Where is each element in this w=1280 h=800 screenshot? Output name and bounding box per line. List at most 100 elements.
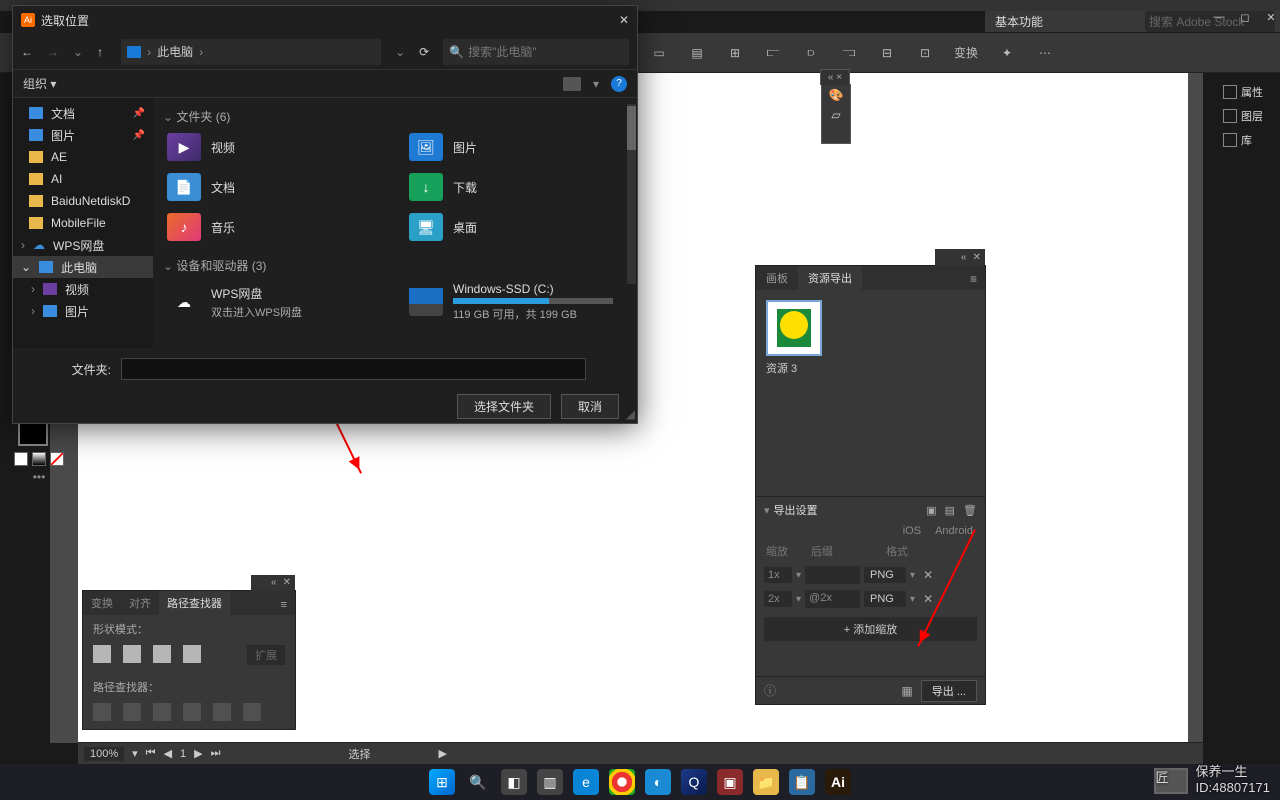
chevron-down-icon[interactable]: ▾: [910, 594, 915, 605]
path-dropdown-icon[interactable]: ⌄: [395, 45, 405, 59]
first-artboard-icon[interactable]: ⏮: [146, 747, 156, 760]
illustrator-taskbar-icon[interactable]: Ai: [825, 769, 851, 795]
list-setting-icon[interactable]: ▤: [945, 504, 955, 517]
cancel-button[interactable]: 取消: [561, 394, 619, 419]
address-bar[interactable]: › 此电脑 ›: [121, 39, 381, 65]
fill-none[interactable]: [50, 452, 64, 466]
sb-baidu[interactable]: BaiduNetdiskD: [13, 190, 153, 212]
trash-icon[interactable]: 🗑: [963, 504, 977, 517]
taskbar-app-icon[interactable]: ▣: [717, 769, 743, 795]
merge-icon[interactable]: [153, 703, 171, 721]
nav-up-icon[interactable]: ↑: [97, 45, 103, 59]
sb-wps[interactable]: ›☁WPS网盘: [13, 234, 153, 256]
grid-setting-icon[interactable]: ▣: [926, 504, 936, 517]
distrib4-icon[interactable]: ⊡: [916, 44, 934, 62]
window-close-icon[interactable]: ✕: [1265, 11, 1277, 24]
sb-documents[interactable]: 文档📌: [13, 102, 153, 124]
folder-music[interactable]: ♪音乐: [163, 211, 385, 243]
panel-menu-icon[interactable]: ≡: [273, 595, 295, 615]
refresh-icon[interactable]: ⟳: [419, 45, 429, 59]
nav-forward-icon[interactable]: →: [47, 45, 59, 59]
unite-icon[interactable]: [93, 645, 111, 663]
taskbar-search-icon[interactable]: 🔍: [465, 769, 491, 795]
fill-gradient[interactable]: [32, 452, 46, 466]
remove-row-icon[interactable]: ✕: [923, 568, 933, 582]
align2-icon[interactable]: ⊞: [726, 44, 744, 62]
tab-pathfinder[interactable]: 路径查找器: [159, 591, 230, 615]
distrib2-icon[interactable]: ⫎: [840, 44, 858, 62]
task-view-icon[interactable]: ◧: [501, 769, 527, 795]
minus-front-icon[interactable]: [123, 645, 141, 663]
add-scale-button[interactable]: + 添加缩放: [764, 617, 977, 641]
explorer-icon[interactable]: 📁: [753, 769, 779, 795]
select-folder-button[interactable]: 选择文件夹: [457, 394, 551, 419]
align3-icon[interactable]: ⫍: [764, 44, 782, 62]
chevron-down-icon[interactable]: ▾: [132, 747, 138, 760]
ios-preset[interactable]: iOS: [903, 525, 921, 537]
scale-select-1[interactable]: 1x: [764, 567, 792, 583]
folder-images[interactable]: 🖼图片: [405, 131, 627, 163]
folder-name-input[interactable]: [121, 358, 586, 380]
taskbar-app-icon[interactable]: ▥: [537, 769, 563, 795]
minus-back-icon[interactable]: [243, 703, 261, 721]
remove-row-icon[interactable]: ✕: [923, 592, 933, 606]
view-dropdown-icon[interactable]: ▾: [593, 77, 599, 91]
more-icon[interactable]: ⋯: [1036, 44, 1054, 62]
tab-transform[interactable]: 变换: [83, 591, 121, 615]
artboard-number[interactable]: 1: [180, 748, 186, 760]
tab-align[interactable]: 对齐: [121, 591, 159, 615]
prev-artboard-icon[interactable]: ◀: [164, 747, 172, 760]
suffix-input-2[interactable]: @2x: [805, 590, 860, 608]
crop-icon[interactable]: [183, 703, 201, 721]
sb-pic[interactable]: ›图片: [13, 300, 153, 322]
properties-panel-tab[interactable]: 属性: [1220, 80, 1270, 104]
swatch-icon[interactable]: ▱: [822, 105, 850, 125]
search-input[interactable]: 🔍 搜索"此电脑": [443, 39, 629, 65]
panel-collapse-icon[interactable]: «: [271, 575, 277, 591]
panel-menu-icon[interactable]: ≡: [962, 268, 985, 290]
fx-icon[interactable]: ✦: [998, 44, 1016, 62]
android-preset[interactable]: Android: [935, 525, 973, 537]
sb-ae[interactable]: AE: [13, 146, 153, 168]
chevron-down-icon[interactable]: ▾: [796, 594, 801, 605]
grid-view-icon[interactable]: ▦: [901, 684, 912, 698]
folder-desktop[interactable]: 🖥桌面: [405, 211, 627, 243]
panel-close-icon[interactable]: ✕: [283, 575, 291, 591]
folder-video[interactable]: ▶视频: [163, 131, 385, 163]
qq-icon[interactable]: Q: [681, 769, 707, 795]
next-artboard-icon[interactable]: ▶: [194, 747, 202, 760]
scale-select-2[interactable]: 2x: [764, 591, 792, 607]
asset-label[interactable]: 资源 3: [766, 360, 975, 376]
layers-panel-tab[interactable]: 图层: [1220, 104, 1270, 128]
outline-icon[interactable]: [213, 703, 231, 721]
chevron-down-icon[interactable]: ▾: [910, 570, 915, 581]
help-icon[interactable]: ?: [611, 76, 627, 92]
distrib-icon[interactable]: ⫐: [802, 44, 820, 62]
libraries-panel-tab[interactable]: 库: [1220, 128, 1270, 152]
intersect-icon[interactable]: [153, 645, 171, 663]
window-min-icon[interactable]: —: [1213, 11, 1225, 24]
align-icon[interactable]: ▤: [688, 44, 706, 62]
doc-icon[interactable]: ▭: [650, 44, 668, 62]
drive-wps[interactable]: ☁ WPS网盘 双击进入WPS网盘: [163, 280, 385, 324]
fill-white[interactable]: [14, 452, 28, 466]
start-button[interactable]: ⊞: [429, 769, 455, 795]
dialog-close-icon[interactable]: ✕: [619, 13, 629, 27]
zoom-select[interactable]: 100%: [84, 747, 124, 761]
folder-docs[interactable]: 📄文档: [163, 171, 385, 203]
chevron-down-icon[interactable]: ▾: [796, 570, 801, 581]
divide-icon[interactable]: [93, 703, 111, 721]
sb-images[interactable]: 图片📌: [13, 124, 153, 146]
asset-thumbnail[interactable]: [766, 300, 822, 356]
view-options-icon[interactable]: [563, 77, 581, 91]
sb-mobile[interactable]: MobileFile: [13, 212, 153, 234]
exclude-icon[interactable]: [183, 645, 201, 663]
sb-thispc[interactable]: ⌄此电脑: [13, 256, 153, 278]
organize-menu[interactable]: 组织 ▾: [23, 75, 56, 92]
export-button[interactable]: 导出 ...: [921, 680, 977, 702]
status-play-icon[interactable]: ▶: [439, 747, 447, 760]
scrollbar[interactable]: [627, 104, 636, 284]
chevron-down-icon[interactable]: ▾: [764, 504, 770, 517]
edge-icon[interactable]: e: [573, 769, 599, 795]
tab-artboard[interactable]: 画板: [756, 266, 798, 290]
